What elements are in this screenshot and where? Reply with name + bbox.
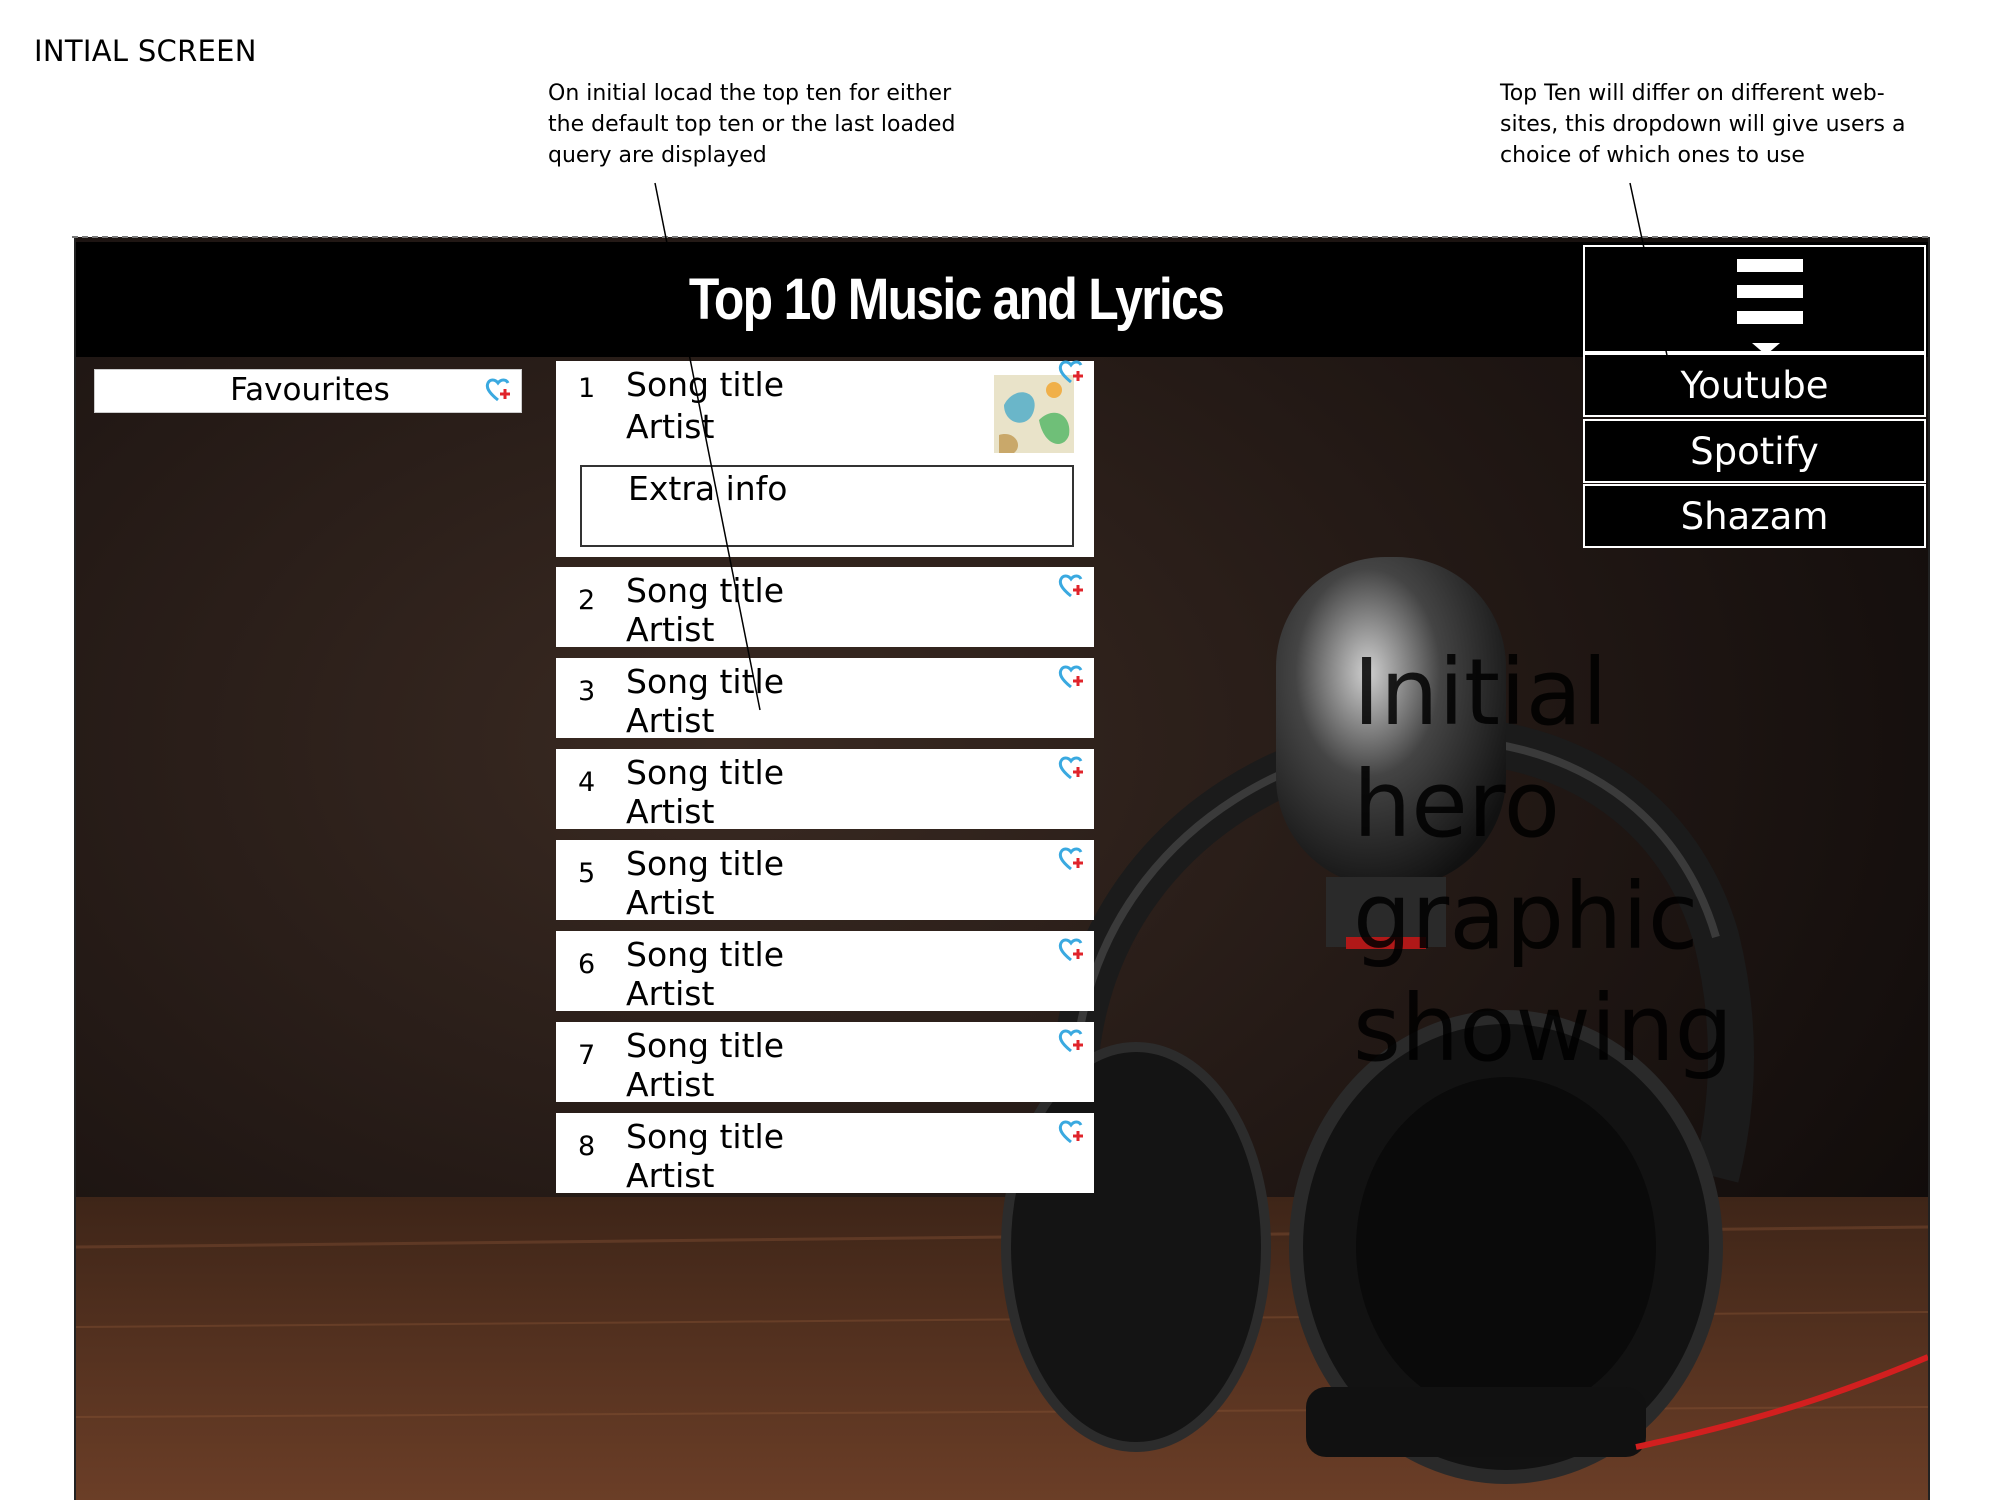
song-title: Song title xyxy=(626,1117,785,1156)
extra-info-label: Extra info xyxy=(628,469,788,508)
favourites-button[interactable]: Favourites xyxy=(94,369,522,413)
hero-graphic-placeholder: Initial hero graphic showing xyxy=(1353,639,1734,1082)
annotation-initial-load: On initial locad the top ten for either … xyxy=(548,81,956,168)
add-favourite-icon[interactable] xyxy=(1058,846,1086,872)
add-favourite-icon[interactable] xyxy=(1058,359,1086,385)
song-title: Song title xyxy=(626,365,785,404)
song-artist: Artist xyxy=(626,883,715,922)
song-card-3[interactable]: 3 Song title Artist xyxy=(556,658,1094,740)
song-number: 5 xyxy=(578,858,596,889)
menu-button[interactable] xyxy=(1583,245,1926,353)
song-artist: Artist xyxy=(626,610,715,649)
app-title: Top 10 Music and Lyrics xyxy=(688,267,1225,332)
song-artist: Artist xyxy=(626,792,715,831)
song-number: 2 xyxy=(578,585,596,616)
song-title: Song title xyxy=(626,662,785,701)
song-number: 4 xyxy=(578,767,596,798)
song-card-8[interactable]: 8 Song title Artist xyxy=(556,1113,1094,1195)
add-favourite-icon[interactable] xyxy=(1058,937,1086,963)
song-artist: Artist xyxy=(626,1156,715,1195)
add-favourite-icon[interactable] xyxy=(1058,755,1086,781)
song-title: Song title xyxy=(626,753,785,792)
dropdown-item-shazam[interactable]: Shazam xyxy=(1583,484,1926,548)
screen-label: INTIAL SCREEN xyxy=(34,34,257,68)
song-card-2[interactable]: 2 Song title Artist xyxy=(556,567,1094,649)
song-number: 6 xyxy=(578,949,596,980)
app-mockup: Top 10 Music and Lyrics Youtube Spotify … xyxy=(74,237,1930,1500)
song-card-7[interactable]: 7 Song title Artist xyxy=(556,1022,1094,1104)
song-card-1[interactable]: 1 Song title Artist Extra info xyxy=(556,359,1094,557)
heart-plus-icon xyxy=(485,378,510,402)
add-favourite-icon[interactable] xyxy=(1058,1028,1086,1054)
song-title: Song title xyxy=(626,844,785,883)
song-title: Song title xyxy=(626,571,785,610)
song-number: 8 xyxy=(578,1131,596,1162)
song-number: 3 xyxy=(578,676,596,707)
add-favourite-icon[interactable] xyxy=(1058,664,1086,690)
album-art-thumbnail xyxy=(994,375,1074,453)
song-artist: Artist xyxy=(626,1065,715,1104)
song-card-6[interactable]: 6 Song title Artist xyxy=(556,931,1094,1013)
annotation-dropdown: Top Ten will differ on different web- si… xyxy=(1500,81,1906,168)
song-artist: Artist xyxy=(626,974,715,1013)
song-artist: Artist xyxy=(626,701,715,740)
song-artist: Artist xyxy=(626,407,715,446)
song-card-4[interactable]: 4 Song title Artist xyxy=(556,749,1094,831)
song-number: 7 xyxy=(578,1040,596,1071)
favourites-label: Favourites xyxy=(230,372,390,408)
song-number: 1 xyxy=(578,373,596,404)
dropdown-item-youtube[interactable]: Youtube xyxy=(1583,353,1926,417)
add-favourite-icon[interactable] xyxy=(1058,1119,1086,1145)
add-favourite-icon[interactable] xyxy=(1058,573,1086,599)
song-title: Song title xyxy=(626,1026,785,1065)
dropdown-item-spotify[interactable]: Spotify xyxy=(1583,419,1926,483)
extra-info-panel: Extra info xyxy=(580,465,1074,547)
song-title: Song title xyxy=(626,935,785,974)
song-card-5[interactable]: 5 Song title Artist xyxy=(556,840,1094,922)
